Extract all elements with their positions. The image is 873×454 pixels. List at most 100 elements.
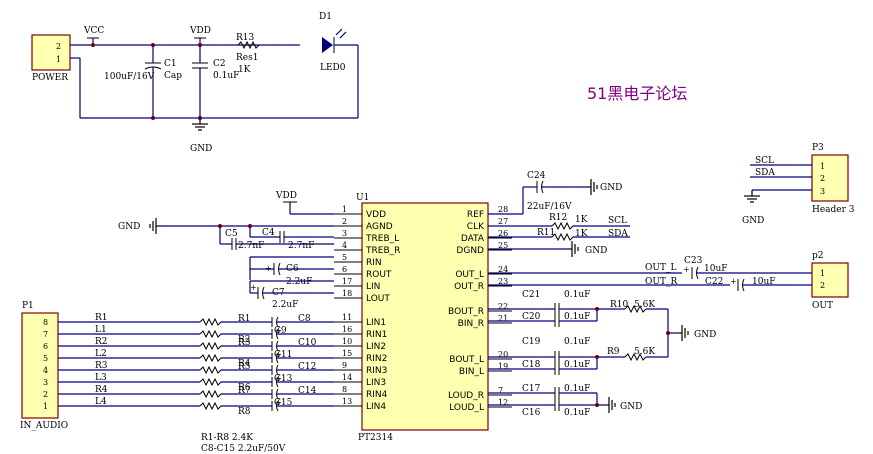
r9-ref: R9 [607,347,620,357]
ic-pin-num: 16 [342,325,352,334]
r11-value: 1K [575,229,588,239]
ic-pin-num: 20 [498,350,508,359]
input-net-label: L2 [95,349,107,359]
c22-ref: C22 [705,277,723,287]
ic-pin-name: DATA [461,234,485,244]
d1-ref: D1 [319,12,332,22]
header-p2: p2 1 2 OUT [811,251,849,311]
c20-ref: C20 [522,312,541,322]
c4-ref: C4 [262,228,275,238]
c1-ref: C1 [164,59,177,69]
input-net-label: L4 [95,397,107,407]
svg-text:+: + [730,277,737,286]
input-resistor-label: R7 [238,386,251,396]
gnd-label-dgnd: GND [585,246,607,256]
r9-value: 5.6K [634,347,655,357]
ic-pin-num: 7 [498,386,503,395]
led-label: LED0 [320,63,346,73]
p1-pin: 4 [43,366,48,375]
c4-value: 2.7nF [288,241,314,251]
ic-pin-name: BOUT_R [448,307,484,317]
ic-pin-num: 11 [342,313,352,322]
ic-pin-name: CLK [467,222,485,232]
ic-pin-num: 13 [342,397,352,406]
capacitor-c1: C1 Cap 100uF/16V [104,45,182,118]
p1-ref: P1 [22,301,34,311]
ic-pin-num: 1 [342,205,347,214]
c1-value: 100uF/16V [104,72,155,82]
ic-pin-num: 6 [342,265,347,274]
p3-pin-3: 3 [820,187,825,196]
c5-ref: C5 [225,229,238,239]
gnd-label-bass: GND [694,330,716,340]
gnd-label-loud: GND [620,402,642,412]
c19-value: 0.1uF [564,337,590,347]
power-connector-label: POWER [32,73,68,83]
c24-ref: C24 [527,171,546,181]
c19-ref: C19 [522,337,541,347]
net-out-r: OUT_R [645,277,677,287]
c18-ref: C18 [522,360,541,370]
c24-value: 22uF/16V [527,202,572,212]
c5-value: 2.7nF [238,241,264,251]
capacitor-c2: C2 0.1uF [192,45,239,118]
svg-text:+: + [250,283,257,292]
ic-pin-name: LOUT [366,294,390,304]
net-scl-p3: SCL [755,156,774,166]
gnd-label-power: GND [190,144,212,154]
input-net-label: R2 [95,337,108,347]
r11-ref: R11 [537,228,555,238]
ic-pin-num: 21 [498,314,508,323]
header-p3: P3 1 2 3 Header 3 [811,143,855,215]
ic-pin-num: 22 [498,302,508,311]
ic-pin-name: LIN [366,282,380,292]
r13-type: Res1 [236,53,258,63]
note-capacitors: C8-C15 2.2uF/50V [201,444,286,454]
ic-pin-num: 3 [342,229,347,238]
r12-value: 1K [575,215,588,225]
r10-value: 5.6K [634,300,655,310]
vdd-label-ic: VDD [275,191,297,201]
p1-name: IN_AUDIO [20,421,68,431]
ic-pin-name: AGND [366,222,393,232]
ic-pin-num: 14 [342,373,352,382]
ic-pin-name: LIN3 [366,378,386,388]
ic-pin-name: RIN4 [366,390,388,400]
ic-pin-num: 5 [342,253,347,262]
p2-ref: p2 [812,251,824,261]
ic-pin-name: TREB_L [365,234,399,244]
input-net-label: R4 [95,385,108,395]
u1-ref: U1 [356,193,369,203]
ic-pin-name: OUT_L [455,270,484,280]
ic-pin-name: TREB_R [365,246,400,256]
c21-ref: C21 [522,290,540,300]
r12-ref: R12 [549,213,567,223]
ic-pin-name: RIN1 [366,330,387,340]
ic-pin-num: 15 [342,349,352,358]
c23-value: 10uF [704,264,728,274]
resistor-r13: R13 Res1 1K [236,33,260,75]
p3-name: Header 3 [812,205,855,215]
c22-value: 10uF [752,277,776,287]
p2-name: OUT [812,301,833,311]
gnd-label-p3: GND [742,216,764,226]
ic-pin-name: BIN_R [458,319,484,329]
svg-text:+: + [265,264,272,273]
c7-ref: C7 [272,288,285,298]
ic-pin-num: 8 [342,385,347,394]
c16-value: 0.1uF [564,408,590,418]
c1-type: Cap [164,71,182,81]
ic-pin-num: 4 [342,241,347,250]
p1-pin: 8 [43,318,48,327]
p1-pin: 6 [43,342,48,351]
ic-pin-name: LIN1 [366,318,386,328]
c17-ref: C17 [522,384,541,394]
input-net-label: R1 [95,313,108,323]
input-resistor-label: R8 [238,407,251,417]
c2-value: 0.1uF [213,71,239,81]
input-net-label: R3 [95,361,108,371]
schematic: 2 1 POWER VCC VDD C1 Cap 100uF/16V C2 0.… [20,12,855,454]
p2-pin-1: 1 [820,269,825,278]
ic-pin-num: 28 [498,205,508,214]
p1-pin: 7 [43,330,48,339]
